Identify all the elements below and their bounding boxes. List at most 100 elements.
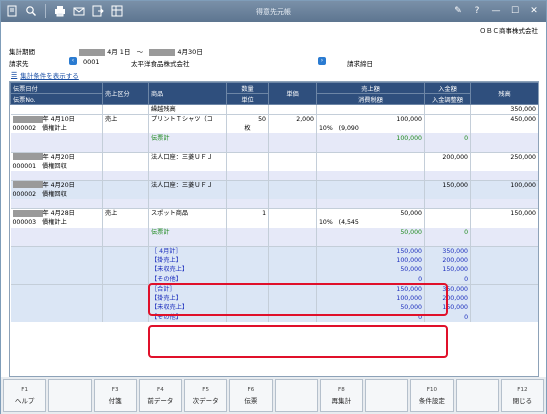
col-type[interactable]: 売上区分	[102, 82, 149, 105]
help-icon[interactable]: ?	[469, 4, 485, 18]
redacted-year	[12, 181, 43, 189]
row-taxrate: 10%	[319, 125, 333, 133]
col-unit[interactable]: 単位	[226, 93, 269, 105]
row-unit: 枚	[226, 124, 269, 134]
row-tax: (9,090	[338, 125, 359, 133]
row-kind: 債権計上	[42, 219, 67, 227]
table-row[interactable]: 000003 債権計上 10% (4,545	[10, 218, 538, 228]
col-adjust[interactable]: 入金調整額	[424, 93, 471, 105]
row-item: スポット商品	[148, 208, 227, 219]
fkey-f5[interactable]: F5 次データ	[184, 379, 228, 412]
fkey-f11[interactable]	[455, 379, 499, 412]
table-row[interactable]	[10, 199, 538, 209]
table-row[interactable]: 年 4月10日 売上 プリントＴシャツ（コ 50 2,000 100,000 4…	[10, 114, 538, 124]
month-total-sales: 150,000	[316, 245, 425, 256]
row-item: プリントＴシャツ（コ	[148, 114, 227, 124]
table-row[interactable]: 伝票計 100,000 0	[10, 133, 538, 143]
table-row[interactable]: 000001 債権回収	[10, 161, 538, 172]
fkey-label: 閉じる	[512, 396, 533, 405]
fkey-f7[interactable]	[274, 379, 318, 412]
company-name: ＯＢＣ商事株式会社	[479, 27, 539, 35]
col-tax[interactable]: 消費税額	[316, 93, 425, 105]
row-kind: 債権計上	[42, 125, 67, 133]
row-date: 年 4月20日	[42, 181, 75, 189]
next-customer-button[interactable]: ›	[318, 57, 326, 65]
table-row[interactable]: 年 4月20日 法人口座：三菱ＵＦＪ 150,000 100,000	[10, 179, 538, 190]
subtotal-sales: 50,000	[316, 227, 425, 238]
col-sales[interactable]: 売上額	[316, 82, 425, 94]
function-key-bar: F1 ヘルプ F3 付箋 F4 前データ F5 次データ F6 伝票 F8 再集計 F10 条…	[1, 377, 546, 414]
carry-balance: 350,000	[470, 104, 538, 115]
highlight-month-breakdown	[148, 283, 448, 316]
col-balance[interactable]: 残高	[470, 82, 538, 105]
fkey-code: F4	[157, 386, 164, 393]
col-slipno[interactable]: 伝票No.	[10, 93, 103, 105]
fkey-f1[interactable]: F1 ヘルプ	[3, 379, 47, 412]
fkey-f12[interactable]: F12 閉じる	[500, 379, 544, 412]
table-row[interactable]	[10, 237, 538, 247]
ledger-window: 得意先元帳 ✎ ? — ☐ ✕ ＯＢＣ商事株式会社 集計期間 4月 1日 ～ 4…	[0, 0, 547, 414]
row-qty: 1	[226, 208, 269, 219]
fkey-f6[interactable]: F6 伝票	[229, 379, 273, 412]
table-row[interactable]	[10, 142, 538, 153]
table-row[interactable]: 繰越残高 350,000	[10, 104, 538, 115]
fkey-code: F12	[517, 386, 528, 393]
month-kake-receipt: 200,000	[424, 255, 471, 266]
table-row[interactable]: 000002 債権計上 枚 10% (9,090	[10, 124, 538, 134]
row-type: 売上	[102, 114, 149, 124]
fkey-code: F1	[21, 386, 28, 393]
row-slipno: 000002	[12, 191, 37, 199]
period-to: 4月30日	[177, 48, 203, 56]
fkey-f2[interactable]	[48, 379, 92, 412]
table-row[interactable]: 【未収売上】 50,000 150,000	[10, 265, 538, 275]
row-taxrate: 10%	[319, 219, 333, 227]
row-date: 年 4月20日	[42, 153, 75, 161]
table-row[interactable]: ［ 4月計］ 150,000 350,000	[10, 245, 538, 256]
col-receipt[interactable]: 入金額	[424, 82, 471, 94]
fkey-f3[interactable]: F3 付箋	[93, 379, 137, 412]
row-qty: 50	[226, 114, 269, 124]
close-button[interactable]: ✕	[526, 4, 542, 18]
maximize-button[interactable]: ☐	[507, 4, 523, 18]
note-icon[interactable]: ✎	[450, 4, 466, 18]
table-row[interactable]: 年 4月28日 売上 スポット商品 1 50,000 150,000	[10, 208, 538, 219]
list-icon: ☰	[11, 71, 18, 79]
fkey-label: 付箋	[108, 396, 122, 405]
month-kake-sales: 100,000	[316, 255, 425, 266]
fkey-f10[interactable]: F10 条件設定	[410, 379, 454, 412]
period-values: 4月 1日 ～ 4月30日	[79, 46, 203, 56]
closing-label: 請求締日	[347, 60, 373, 68]
col-item[interactable]: 商品	[148, 82, 227, 105]
row-balance: 250,000	[470, 151, 538, 162]
month-total-receipt: 350,000	[424, 245, 471, 256]
row-date: 年 4月10日	[42, 116, 75, 123]
filter-link[interactable]: ☰ 集計条件を表示する	[11, 70, 79, 80]
fkey-label: 次データ	[192, 396, 219, 405]
col-date[interactable]: 伝票日付	[10, 82, 103, 94]
fkey-f9[interactable]	[365, 379, 409, 412]
row-kind: 債権回収	[42, 191, 67, 199]
table-row[interactable]: 年 4月20日 法人口座：三菱ＵＦＪ 200,000 250,000	[10, 151, 538, 162]
table-row[interactable]	[10, 171, 538, 181]
period-sep: ～	[136, 48, 144, 56]
fkey-label: 伝票	[244, 396, 258, 405]
table-row[interactable]: 000002 債権回収	[10, 189, 538, 200]
col-price[interactable]: 単価	[268, 82, 317, 105]
filter-link-text[interactable]: 集計条件を表示する	[20, 70, 79, 80]
col-qty[interactable]: 数量	[226, 82, 269, 94]
fkey-code: F6	[247, 386, 255, 393]
fkey-f8[interactable]: F8 再集計	[319, 379, 363, 412]
table-row[interactable]: 【掛売上】 100,000 200,000	[10, 255, 538, 266]
prev-customer-button[interactable]: ‹	[69, 57, 77, 65]
row-receipt: 150,000	[424, 179, 471, 190]
fkey-f4[interactable]: F4 前データ	[138, 379, 182, 412]
row-balance: 150,000	[470, 208, 538, 219]
month-mishu-receipt: 150,000	[424, 265, 471, 275]
subtotal-receipt: 0	[424, 227, 471, 238]
table-row[interactable]: 伝票計 50,000 0	[10, 227, 538, 238]
minimize-button[interactable]: —	[488, 4, 504, 18]
row-price: 2,000	[268, 114, 317, 124]
row-slipno: 000003	[12, 219, 37, 227]
period-row: 集計期間	[9, 46, 35, 56]
period-from: 4月 1日	[107, 48, 131, 56]
